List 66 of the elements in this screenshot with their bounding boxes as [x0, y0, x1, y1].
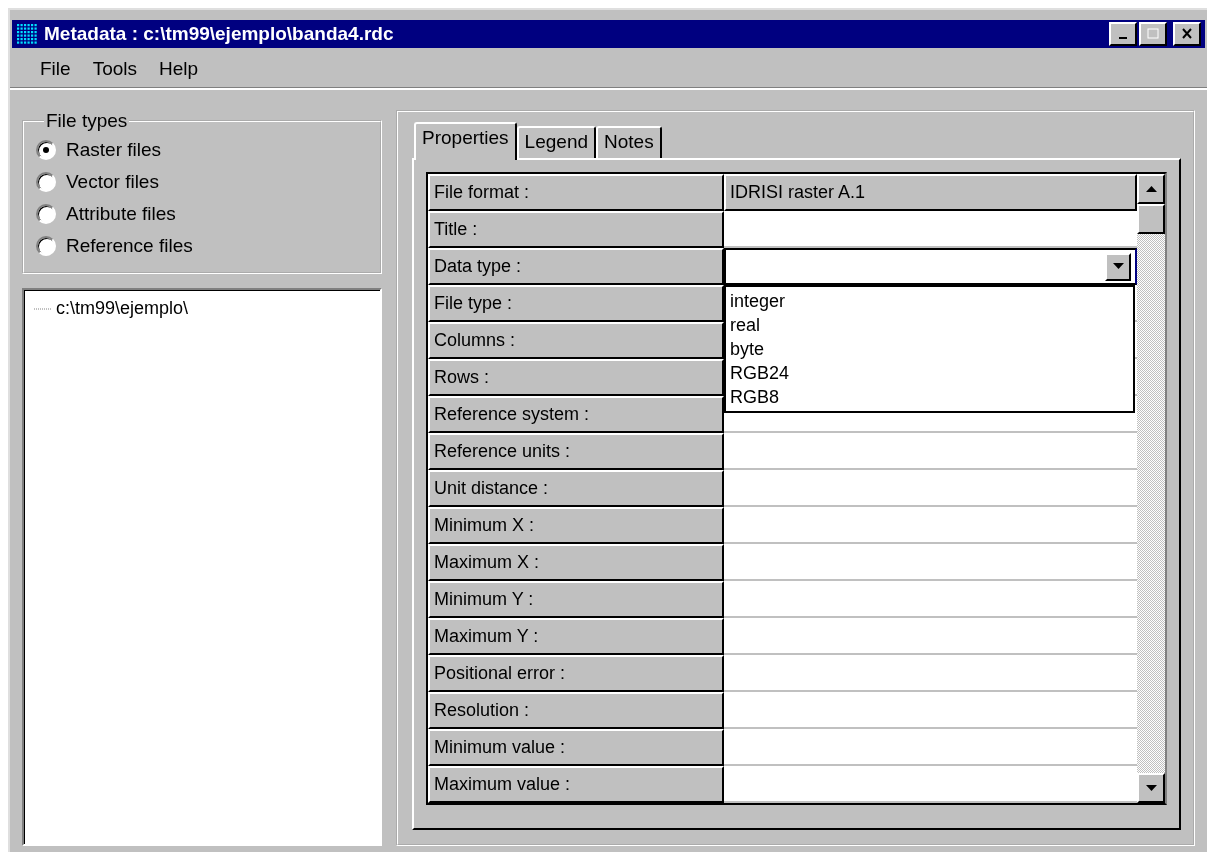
property-label: Reference system :: [428, 396, 724, 433]
radio-label[interactable]: Reference files: [66, 235, 193, 257]
radio-label[interactable]: Attribute files: [66, 203, 176, 225]
property-label: Maximum X :: [428, 544, 724, 581]
property-label: Resolution :: [428, 692, 724, 729]
property-label: Rows :: [428, 359, 724, 396]
radio-label[interactable]: Vector files: [66, 171, 159, 193]
group-label: File types: [45, 110, 129, 132]
property-label: Maximum value :: [428, 766, 724, 803]
menu-item[interactable]: File: [30, 58, 83, 80]
tab[interactable]: Notes: [596, 126, 662, 158]
property-field[interactable]: [724, 433, 1137, 470]
radio-button[interactable]: [36, 172, 56, 192]
property-field[interactable]: [724, 544, 1137, 581]
property-label: Columns :: [428, 322, 724, 359]
dropdown-option[interactable]: RGB24: [730, 361, 1129, 385]
property-label: Minimum Y :: [428, 581, 724, 618]
maximize-button[interactable]: [1139, 22, 1167, 46]
menu-item[interactable]: Help: [149, 58, 211, 80]
up-arrow-icon: [1145, 185, 1157, 193]
radio-button[interactable]: [36, 140, 56, 160]
property-label: Data type :: [428, 248, 724, 285]
property-field[interactable]: [724, 581, 1137, 618]
menu-item[interactable]: Tools: [82, 58, 149, 80]
dropdown-option[interactable]: integer: [730, 289, 1129, 313]
property-field[interactable]: [724, 507, 1137, 544]
minimize-button[interactable]: [1109, 22, 1137, 46]
property-label: Unit distance :: [428, 470, 724, 507]
property-field[interactable]: [724, 766, 1137, 803]
data-type-dropdown[interactable]: [724, 248, 1137, 285]
property-field[interactable]: [724, 470, 1137, 507]
property-label: Positional error :: [428, 655, 724, 692]
property-label: Title :: [428, 211, 724, 248]
property-value: IDRISI raster A.1: [724, 174, 1137, 211]
dropdown-option[interactable]: byte: [730, 337, 1129, 361]
property-field[interactable]: [724, 618, 1137, 655]
scroll-up-button[interactable]: [1137, 174, 1165, 204]
close-icon: [1180, 28, 1194, 40]
dropdown-option[interactable]: real: [730, 313, 1129, 337]
maximize-icon: [1146, 28, 1160, 40]
down-arrow-icon: [1145, 784, 1157, 792]
property-field[interactable]: [724, 729, 1137, 766]
dropdown-option[interactable]: RGB8: [730, 385, 1129, 409]
property-field[interactable]: [724, 692, 1137, 729]
property-label: Minimum X :: [428, 507, 724, 544]
tree-item[interactable]: c:\tm99\ejemplo\: [56, 298, 189, 319]
tree-line-icon: [34, 307, 52, 310]
radio-button[interactable]: [36, 204, 56, 224]
radio-label[interactable]: Raster files: [66, 139, 162, 161]
close-button[interactable]: [1173, 22, 1201, 46]
property-field[interactable]: [724, 655, 1137, 692]
property-label: File type :: [428, 285, 724, 322]
tab[interactable]: Legend: [516, 126, 596, 158]
scroll-thumb[interactable]: [1137, 204, 1165, 234]
scroll-down-button[interactable]: [1137, 773, 1165, 803]
window-title: Metadata : c:\tm99\ejemplo\banda4.rdc: [44, 23, 394, 45]
tab[interactable]: Properties: [414, 122, 517, 160]
vertical-scrollbar[interactable]: [1137, 174, 1165, 803]
property-label: File format :: [428, 174, 724, 211]
radio-button[interactable]: [36, 236, 56, 256]
property-label: Minimum value :: [428, 729, 724, 766]
property-label: Maximum Y :: [428, 618, 724, 655]
minimize-icon: [1119, 37, 1127, 39]
property-label: Reference units :: [428, 433, 724, 470]
grid-icon: [16, 23, 38, 45]
property-field[interactable]: [724, 211, 1137, 248]
